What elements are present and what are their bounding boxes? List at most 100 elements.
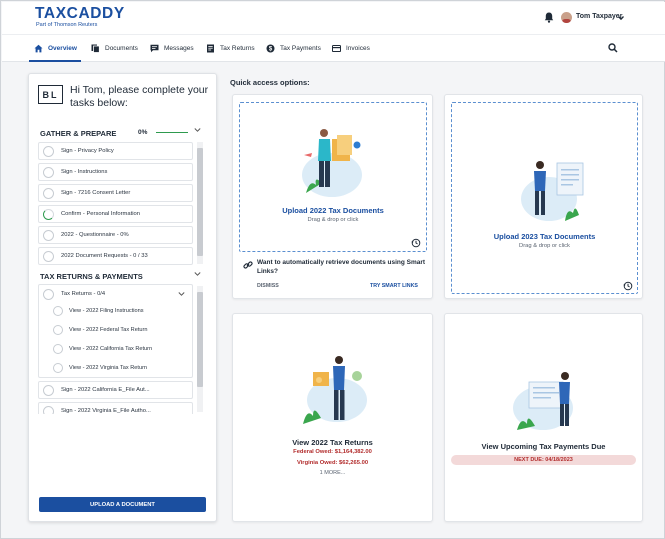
task-item[interactable]: 2022 Document Requests - 0 / 33: [38, 247, 193, 265]
user-avatar[interactable]: [561, 12, 572, 23]
tax-returns-group[interactable]: Tax Returns - 0/4 View - 2022 Filing Ins…: [38, 284, 193, 378]
chevron-down-icon[interactable]: [618, 15, 624, 21]
subtask-label: View - 2022 Filing Instructions: [69, 308, 144, 314]
task-item[interactable]: Sign - Privacy Policy: [38, 142, 193, 160]
chevron-down-icon[interactable]: [194, 271, 201, 277]
upload-document-button[interactable]: UPLOAD A DOCUMENT: [39, 497, 206, 512]
user-name[interactable]: Tom Taxpayer: [576, 13, 622, 20]
tab-label: Tax Returns: [220, 45, 255, 52]
task-label: Confirm - Personal Information: [61, 211, 140, 217]
status-circle-icon: [53, 306, 63, 316]
greeting-text: Hi Tom, please complete your tasks below…: [70, 84, 209, 109]
messages-icon: [150, 44, 159, 53]
task-item[interactable]: Confirm - Personal Information: [38, 205, 193, 223]
federal-owed: Federal Owed: $1,164,382.00: [293, 449, 372, 455]
returns-section-title[interactable]: TAX RETURNS & PAYMENTS: [40, 272, 143, 281]
task-item[interactable]: 2022 - Questionnaire - 0%: [38, 226, 193, 244]
task-label: Sign - Privacy Policy: [61, 148, 114, 154]
task-label: Sign - Instructions: [61, 169, 108, 175]
tax-returns-illustration-icon: [303, 356, 367, 424]
search-icon[interactable]: [608, 43, 618, 53]
upload-2022-title: Upload 2022 Tax Documents: [282, 206, 384, 215]
task-label: Sign - 2022 California E_File Aut...: [61, 387, 150, 393]
tab-messages[interactable]: Messages: [150, 35, 194, 62]
history-icon[interactable]: [623, 281, 633, 291]
notification-bell-icon[interactable]: [544, 12, 554, 23]
view-returns-card[interactable]: View 2022 Tax Returns Federal Owed: $1,1…: [232, 313, 433, 522]
group-header[interactable]: Tax Returns - 0/4: [39, 287, 105, 301]
tab-label: Overview: [48, 45, 77, 52]
task-label: 2022 Document Requests - 0 / 33: [61, 253, 148, 259]
status-circle-icon: [43, 250, 54, 262]
logo-subtitle: Part of Thomson Reuters: [36, 22, 98, 28]
task-label: Sign - 2022 Virginia E_File Autho...: [61, 408, 151, 414]
dollar-icon: $: [266, 44, 275, 53]
documents-icon: [91, 44, 100, 53]
task-item[interactable]: Sign - 2022 Virginia E_File Autho...: [38, 402, 193, 414]
payments-illustration-icon: [513, 372, 573, 430]
chevron-down-icon[interactable]: [194, 127, 201, 133]
tax-returns-icon: [207, 44, 214, 53]
main-nav: Overview Documents Messages Tax Returns …: [2, 34, 665, 62]
returns-task-list: Tax Returns - 0/4 View - 2022 Filing Ins…: [38, 284, 205, 414]
status-circle-icon: [43, 229, 54, 241]
tax-payments-card[interactable]: View Upcoming Tax Payments Due: [444, 313, 643, 522]
scrollbar-thumb[interactable]: [197, 292, 203, 387]
scrollbar-thumb[interactable]: [197, 148, 203, 256]
status-circle-icon: [43, 166, 54, 178]
upload-illustration-icon: [302, 129, 362, 197]
task-label: Sign - 7216 Consent Letter: [61, 190, 131, 196]
task-label: 2022 - Questionnaire - 0%: [61, 232, 129, 238]
subtask-item[interactable]: View - 2022 Filing Instructions: [53, 306, 144, 316]
status-circle-icon: [43, 288, 54, 300]
tab-documents[interactable]: Documents: [91, 35, 138, 62]
view-returns-title: View 2022 Tax Returns: [292, 438, 373, 447]
status-circle-icon: [43, 405, 54, 414]
upload-2022-dropzone[interactable]: Upload 2022 Tax Documents Drag & drop or…: [239, 102, 427, 252]
more-returns-link[interactable]: 1 MORE...: [233, 470, 432, 476]
upload-2023-hint: Drag & drop or click: [519, 243, 570, 249]
gather-section-title[interactable]: GATHER & PREPARE: [40, 129, 116, 138]
try-smart-links-link[interactable]: TRY SMART LINKS: [370, 283, 418, 289]
next-due-badge: NEXT DUE: 04/18/2023: [451, 455, 636, 465]
upload-2023-title: Upload 2023 Tax Documents: [493, 232, 596, 241]
gather-percent: 0%: [138, 129, 148, 136]
top-header: TAXCADDY Part of Thomson Reuters Tom Tax…: [2, 2, 665, 34]
task-item[interactable]: Sign - 7216 Consent Letter: [38, 184, 193, 202]
subtask-item[interactable]: View - 2022 California Tax Return: [53, 344, 152, 354]
tab-invoices[interactable]: Invoices: [332, 35, 370, 62]
group-label: Tax Returns - 0/4: [61, 291, 106, 297]
payments-title: View Upcoming Tax Payments Due: [481, 442, 606, 451]
status-circle-icon: [53, 344, 63, 354]
logo-text: TAXCADDY: [35, 5, 125, 22]
tab-label: Messages: [164, 45, 194, 52]
gather-task-list: Sign - Privacy Policy Sign - Instruction…: [38, 140, 205, 266]
active-tab-indicator: [29, 60, 81, 62]
tab-overview[interactable]: Overview: [34, 35, 77, 62]
virginia-owed: Virginia Owed: $62,265.00: [296, 460, 369, 466]
tab-tax-returns[interactable]: Tax Returns: [206, 35, 255, 62]
upload-2023-dropzone[interactable]: Upload 2023 Tax Documents Drag & drop or…: [451, 102, 638, 294]
subtask-item[interactable]: View - 2022 Virginia Tax Return: [53, 363, 147, 373]
returns-scrollbar[interactable]: [197, 286, 203, 412]
invoice-icon: [332, 45, 341, 52]
progress-circle-icon: [43, 208, 54, 220]
status-circle-icon: [53, 325, 63, 335]
upload-illustration-icon: [521, 161, 584, 221]
history-icon[interactable]: [411, 238, 421, 248]
status-circle-icon: [53, 363, 63, 373]
status-circle-icon: [43, 187, 54, 199]
link-icon: [243, 261, 253, 269]
tab-tax-payments[interactable]: $ Tax Payments: [266, 35, 321, 62]
taxcaddy-logo[interactable]: TAXCADDY Part of Thomson Reuters: [35, 6, 125, 29]
tab-label: Documents: [105, 45, 138, 52]
subtask-label: View - 2022 California Tax Return: [69, 346, 153, 352]
chevron-down-icon[interactable]: [178, 291, 185, 297]
subtask-item[interactable]: View - 2022 Federal Tax Return: [53, 325, 147, 335]
home-icon: [34, 44, 43, 53]
task-item[interactable]: Sign - Instructions: [38, 163, 193, 181]
task-item[interactable]: Sign - 2022 California E_File Aut...: [38, 381, 193, 399]
gather-scrollbar[interactable]: [197, 142, 203, 264]
dismiss-link[interactable]: DISMISS: [257, 283, 279, 289]
status-circle-icon: [43, 145, 54, 157]
